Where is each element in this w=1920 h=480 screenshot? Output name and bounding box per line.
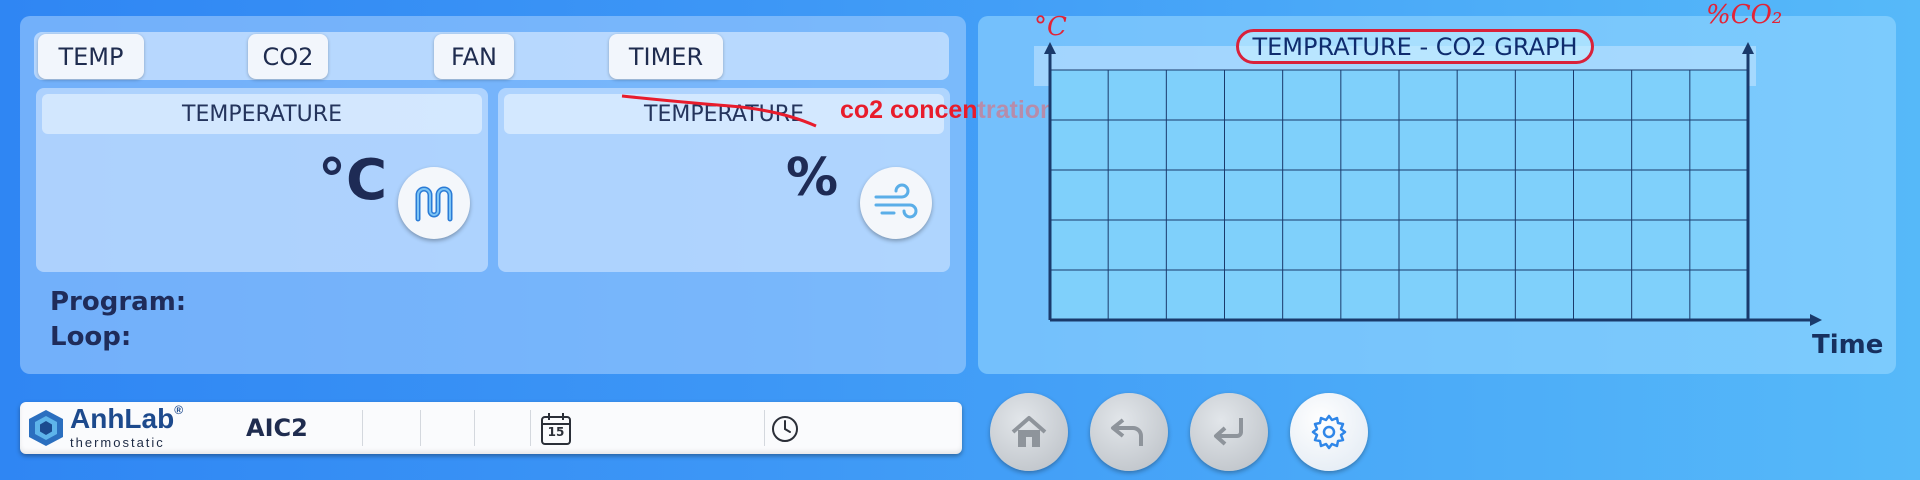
back-arrow-icon — [1111, 418, 1143, 446]
separator — [420, 410, 421, 446]
x-axis-label: Time — [1812, 330, 1884, 360]
separator — [764, 410, 765, 446]
temperature-unit: °C — [318, 148, 388, 213]
wind-icon[interactable] — [860, 167, 932, 239]
separator — [474, 410, 475, 446]
y-axis-left-arrow — [1044, 42, 1056, 54]
tab-timer[interactable]: TIMER — [609, 34, 723, 79]
enter-button[interactable] — [1190, 393, 1268, 471]
program-label: Program: — [50, 287, 187, 317]
calendar-icon[interactable]: 15 — [540, 412, 572, 450]
x-axis-arrow — [1810, 314, 1822, 326]
gear-icon — [1311, 414, 1347, 450]
right-axis-note: %CO₂ — [1706, 0, 1783, 30]
co2-unit: % — [786, 148, 839, 208]
clock-icon[interactable] — [770, 414, 800, 448]
back-button[interactable] — [1090, 393, 1168, 471]
status-bar: AnhLab® thermostatic AIC2 15 — [20, 402, 962, 454]
graph-area — [1044, 42, 1822, 326]
brand-tagline: thermostatic — [70, 435, 165, 450]
calendar-day: 15 — [547, 425, 565, 439]
home-icon — [1011, 416, 1047, 447]
tab-fan[interactable]: FAN — [434, 34, 514, 79]
loop-label: Loop: — [50, 322, 132, 352]
separator — [362, 410, 363, 446]
left-axis-note: °C — [1034, 12, 1067, 42]
brand-logo-icon — [26, 408, 66, 452]
tab-co2[interactable]: CO2 — [248, 34, 328, 79]
strike-through-scribble — [621, 94, 817, 128]
tab-temp[interactable]: TEMP — [38, 34, 144, 79]
device-name: AIC2 — [246, 414, 308, 442]
enter-icon — [1214, 418, 1243, 446]
heater-coil-icon[interactable] — [398, 167, 470, 239]
separator — [530, 410, 531, 446]
settings-button[interactable] — [1290, 393, 1368, 471]
y-axis-right-arrow — [1742, 42, 1754, 54]
temperature-card-header: TEMPERATURE — [42, 94, 482, 134]
brand-name: AnhLab® — [70, 403, 184, 434]
home-button[interactable] — [990, 393, 1068, 471]
